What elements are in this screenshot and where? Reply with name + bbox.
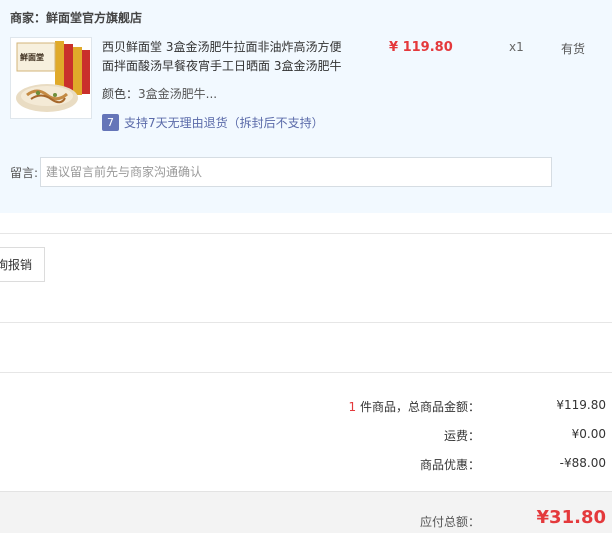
invoice-button[interactable]: 询报销 xyxy=(0,247,45,282)
return-policy[interactable]: 7 支持7天无理由退货（拆封后不支持） xyxy=(102,113,324,131)
product-title-line-1: 西贝鲜面堂 3盒金汤肥牛拉面非油炸高汤方便 xyxy=(102,40,342,54)
shipping-label: 运费： xyxy=(443,429,480,443)
shop-order-panel: 商家：鲜面堂官方旗舰店 鲜面堂 西贝鲜面堂 3盒金汤肥牛拉面非油炸高汤方便 面拌… xyxy=(0,0,612,213)
summary-total-label: 1 件商品，总商品金额： xyxy=(349,398,480,415)
discount-value: -¥88.00 xyxy=(559,456,606,470)
item-count-suffix: 件商品，总商品金额： xyxy=(356,400,480,414)
product-thumbnail[interactable]: 鲜面堂 xyxy=(10,37,92,119)
summary-total-row: 1 件商品，总商品金额： ¥119.80 xyxy=(0,398,612,418)
product-image: 鲜面堂 xyxy=(11,38,91,118)
message-input[interactable] xyxy=(40,157,552,187)
product-title-line-2: 面拌面酸汤早餐夜宵手工日晒面 3盒金汤肥牛 xyxy=(102,59,342,73)
divider xyxy=(0,372,612,373)
product-color: 颜色：3盒金汤肥牛... xyxy=(102,85,217,102)
shop-name[interactable]: 鲜面堂官方旗舰店 xyxy=(46,11,142,25)
product-price: ¥ 119.80 xyxy=(389,40,453,55)
summary-discount-row: 商品优惠： -¥88.00 xyxy=(0,456,612,476)
divider xyxy=(0,233,612,234)
shop-label: 商家： xyxy=(10,11,47,25)
message-label: 留言: xyxy=(10,166,39,180)
product-title[interactable]: 西贝鲜面堂 3盒金汤肥牛拉面非油炸高汤方便 面拌面酸汤早餐夜宵手工日晒面 3盒金… xyxy=(102,38,352,76)
payable-amount: ¥31.80 xyxy=(536,507,606,528)
product-image-brand: 鲜面堂 xyxy=(20,52,44,62)
color-label: 颜色： xyxy=(102,87,139,101)
shop-header: 商家：鲜面堂官方旗舰店 xyxy=(10,9,142,26)
summary-shipping-row: 运费： ¥0.00 xyxy=(0,427,612,447)
payable-bar: 应付总额： ¥31.80 xyxy=(0,491,612,533)
stock-status: 有货 xyxy=(561,42,586,56)
summary-total-value: ¥119.80 xyxy=(556,398,606,412)
return-policy-text: 支持7天无理由退货（拆封后不支持） xyxy=(124,115,324,130)
payable-label: 应付总额： xyxy=(419,515,480,529)
shipping-value: ¥0.00 xyxy=(571,427,606,441)
divider xyxy=(0,322,612,323)
seven-day-return-icon: 7 xyxy=(102,113,119,131)
color-value: 3盒金汤肥牛... xyxy=(138,87,218,101)
product-quantity: x1 xyxy=(509,40,524,54)
discount-label: 商品优惠： xyxy=(419,458,480,472)
